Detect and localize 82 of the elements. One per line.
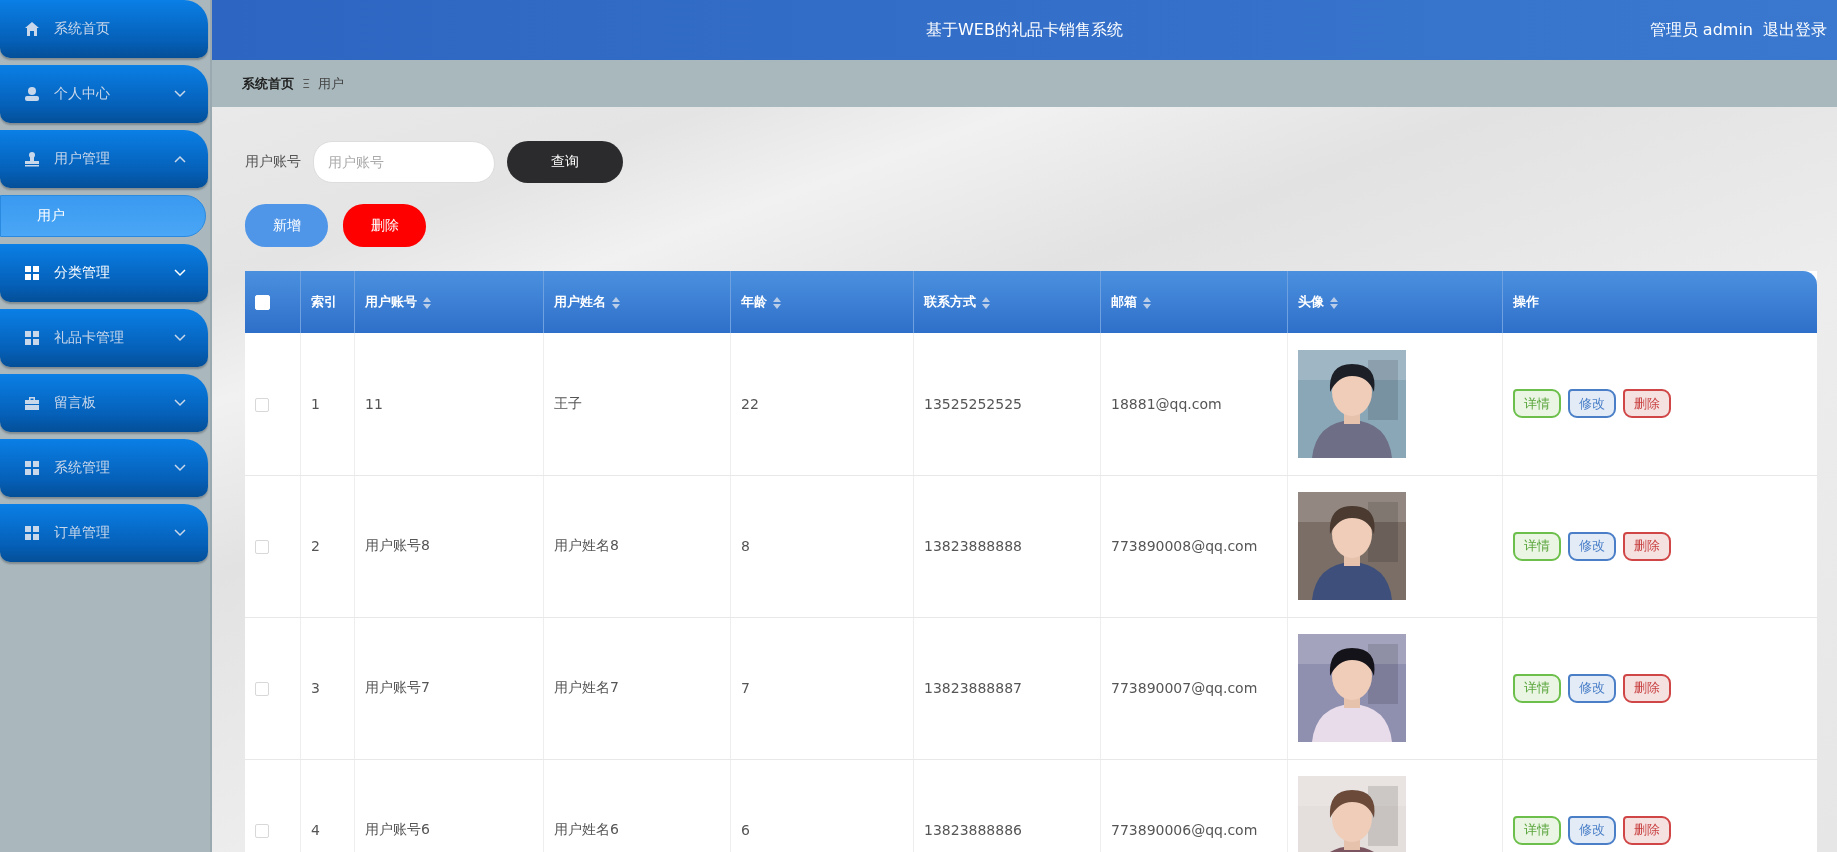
grid-icon (24, 330, 40, 346)
table-cell: 4 (311, 822, 320, 838)
sidebar-item[interactable]: 个人中心 (0, 65, 208, 123)
table-cell: 773890008@qq.com (1111, 538, 1258, 554)
person-icon (24, 86, 40, 102)
checkbox[interactable] (255, 397, 269, 412)
table-cell: 7 (741, 680, 750, 696)
column-header: 索引 (311, 294, 337, 309)
sort-icon (612, 296, 620, 309)
submenu-item[interactable]: 用户 (0, 195, 206, 237)
edit-button[interactable]: 修改 (1568, 815, 1616, 845)
table-cell: 用户姓名6 (554, 821, 619, 837)
table-cell: 6 (741, 822, 750, 838)
checkbox[interactable] (255, 682, 269, 696)
table-cell: 8 (741, 538, 750, 554)
table-cell: 22 (741, 395, 759, 412)
briefcase-icon (24, 395, 40, 411)
sort-icon (1143, 296, 1151, 309)
table-cell: 13823888886 (924, 822, 1022, 838)
logout-link[interactable]: 退出登录 (1763, 19, 1827, 41)
table-cell: 用户账号6 (365, 821, 430, 837)
column-header: 操作 (1513, 294, 1539, 309)
table-cell: 用户账号7 (365, 679, 430, 695)
delete-button[interactable]: 删除 (1623, 673, 1671, 703)
breadcrumb-item[interactable]: 用户 (318, 74, 345, 93)
column-header[interactable]: 头像 (1298, 294, 1324, 309)
edit-button[interactable]: 修改 (1568, 389, 1616, 419)
column-header[interactable]: 用户姓名 (554, 294, 606, 309)
edit-button[interactable]: 修改 (1568, 531, 1616, 561)
home-icon (24, 21, 40, 37)
sort-icon (773, 296, 781, 309)
table-cell: 用户账号8 (365, 537, 430, 553)
table-cell: 13525252525 (924, 395, 1022, 412)
grid-icon (24, 265, 40, 281)
admin-label: 管理员 admin (1649, 19, 1753, 41)
delete-button[interactable]: 删除 (343, 204, 426, 247)
detail-button[interactable]: 详情 (1513, 673, 1561, 703)
detail-button[interactable]: 详情 (1513, 389, 1561, 419)
detail-button[interactable]: 详情 (1513, 531, 1561, 561)
stamp-icon (24, 151, 40, 167)
sidebar-item[interactable]: 用户管理 (0, 130, 208, 188)
sidebar-item[interactable]: 订单管理 (0, 504, 208, 562)
sidebar-item[interactable]: 系统首页 (0, 0, 208, 58)
delete-button[interactable]: 删除 (1623, 531, 1671, 561)
add-button[interactable]: 新增 (245, 204, 328, 247)
sort-icon (982, 296, 990, 309)
sidebar-item[interactable]: 系统管理 (0, 439, 208, 497)
checkbox[interactable] (255, 824, 269, 838)
search-field[interactable]: 用户账号 (313, 141, 495, 183)
table-cell: 2 (311, 538, 320, 554)
column-header[interactable]: 联系方式 (924, 294, 976, 309)
sidebar-item[interactable]: 分类管理 (0, 244, 208, 302)
query-button[interactable]: 查询 (507, 141, 623, 183)
breadcrumb-item[interactable]: 系统首页 (242, 74, 294, 93)
table-cell: 3 (311, 680, 320, 696)
sort-icon (1330, 296, 1338, 309)
table-cell: 773890006@qq.com (1111, 822, 1258, 838)
checkbox[interactable] (255, 540, 269, 554)
table-cell: 王子 (554, 394, 582, 411)
table-cell: 11 (365, 395, 383, 412)
delete-button[interactable]: 删除 (1623, 389, 1671, 419)
breadcrumb-separator: Ξ (302, 76, 311, 91)
detail-button[interactable]: 详情 (1513, 815, 1561, 845)
delete-button[interactable]: 删除 (1623, 815, 1671, 845)
sort-icon (423, 296, 431, 309)
table-cell: 1 (311, 395, 320, 412)
column-header[interactable]: 年龄 (741, 294, 767, 309)
sidebar-item[interactable]: 礼品卡管理 (0, 309, 208, 367)
table-cell: 13823888887 (924, 680, 1022, 696)
search-label: 用户账号 (245, 153, 301, 171)
table-cell: 13823888888 (924, 538, 1022, 554)
table-cell: 18881@qq.com (1111, 395, 1222, 412)
grid-icon (24, 460, 40, 476)
column-header[interactable]: 用户账号 (365, 294, 417, 309)
table-cell: 用户姓名8 (554, 537, 619, 553)
grid-icon (24, 525, 40, 541)
sidebar-item[interactable]: 留言板 (0, 374, 208, 432)
column-header[interactable]: 邮箱 (1111, 294, 1137, 309)
app-title: 基于WEB的礼品卡销售系统 (926, 19, 1123, 41)
table-cell: 773890007@qq.com (1111, 680, 1258, 696)
edit-button[interactable]: 修改 (1568, 673, 1616, 703)
table-cell: 用户姓名7 (554, 679, 619, 695)
